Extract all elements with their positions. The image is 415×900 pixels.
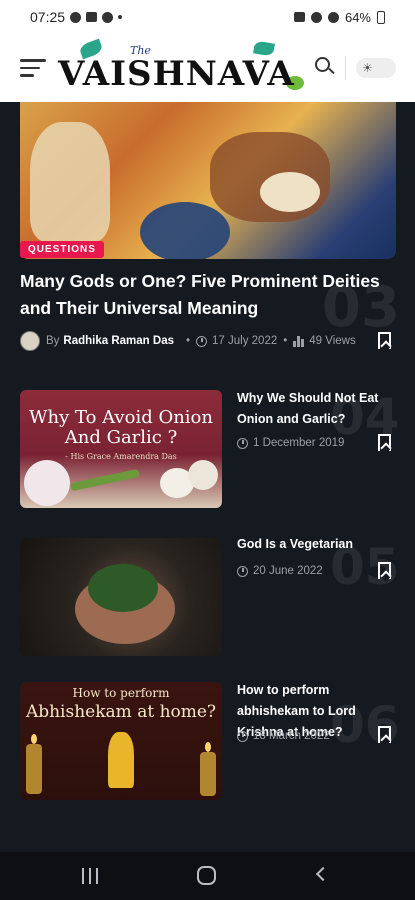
avatar[interactable] (20, 331, 40, 351)
post-date-row: 1 December 2019 (237, 435, 344, 451)
search-icon[interactable] (315, 57, 335, 77)
thumbnail-title: Why To Avoid Onion And Garlic ? (29, 407, 213, 448)
post-thumbnail[interactable]: Why To Avoid Onion And Garlic ? - His Gr… (20, 390, 222, 508)
clock-icon (237, 730, 248, 742)
post-date: 18 March 2022 (253, 730, 330, 742)
status-bar: 07:25 64% (0, 0, 415, 34)
theme-toggle[interactable]: ☀ (356, 58, 396, 78)
clock-icon (237, 437, 248, 449)
post-date-row: 20 June 2022 (237, 563, 323, 579)
battery-percent: 64% (344, 9, 371, 25)
author-link[interactable]: Radhika Raman Das (63, 335, 174, 347)
clock-icon (237, 565, 248, 577)
home-icon[interactable] (197, 866, 216, 885)
sun-icon: ☀ (362, 61, 373, 75)
app-header: The VAISHNAVA ☀ (0, 34, 415, 102)
views-count: 49 Views (309, 335, 356, 347)
thumbnail-title: Abhishekam at home? (25, 702, 217, 722)
status-time: 07:25 (30, 9, 66, 25)
bookmark-icon[interactable] (378, 726, 391, 743)
meta-separator: • (186, 335, 191, 347)
post-date: 1 December 2019 (253, 437, 345, 449)
thumbnail-title: How to perform (72, 686, 170, 700)
system-nav-bar (0, 852, 415, 900)
back-icon[interactable] (315, 866, 331, 882)
recent-apps-icon[interactable] (82, 868, 100, 884)
category-badge[interactable]: QUESTIONS (20, 241, 104, 258)
clock-icon (196, 335, 208, 347)
post-thumbnail[interactable] (20, 538, 222, 656)
post-date: 17 July 2022 (212, 335, 278, 347)
more-notifications-icon (118, 15, 123, 19)
header-divider (345, 56, 346, 80)
bookmark-icon[interactable] (378, 332, 391, 349)
views-icon (293, 335, 304, 347)
notification-app-icon (70, 11, 82, 23)
wifi-icon (310, 11, 322, 23)
alarm-icon (293, 12, 305, 22)
post-title[interactable]: Why We Should Not Eat Onion and Garlic? (237, 388, 402, 430)
bookmark-icon[interactable] (378, 562, 391, 579)
site-logo[interactable]: The VAISHNAVA (58, 38, 308, 96)
post-date-row: 18 March 2022 (237, 728, 330, 744)
post-thumbnail[interactable]: How to perform Abhishekam at home? (20, 682, 222, 800)
post-title[interactable]: God Is a Vegetarian (237, 534, 402, 555)
post-date: 20 June 2022 (253, 565, 323, 577)
by-label: By (46, 335, 60, 347)
bookmark-icon[interactable] (378, 434, 391, 451)
battery-icon (377, 10, 385, 24)
facebook-notification-icon (102, 11, 114, 23)
signal-icon (327, 11, 339, 23)
meta-separator: • (283, 335, 288, 347)
hero-post-image[interactable] (20, 102, 396, 259)
logo-text: VAISHNAVA (58, 54, 295, 94)
gallery-notification-icon (86, 12, 98, 22)
menu-icon[interactable] (20, 59, 46, 79)
hero-post-title[interactable]: Many Gods or One? Five Prominent Deities… (20, 268, 390, 322)
hero-post-meta: By Radhika Raman Das • 17 July 2022 • 49… (20, 331, 400, 351)
